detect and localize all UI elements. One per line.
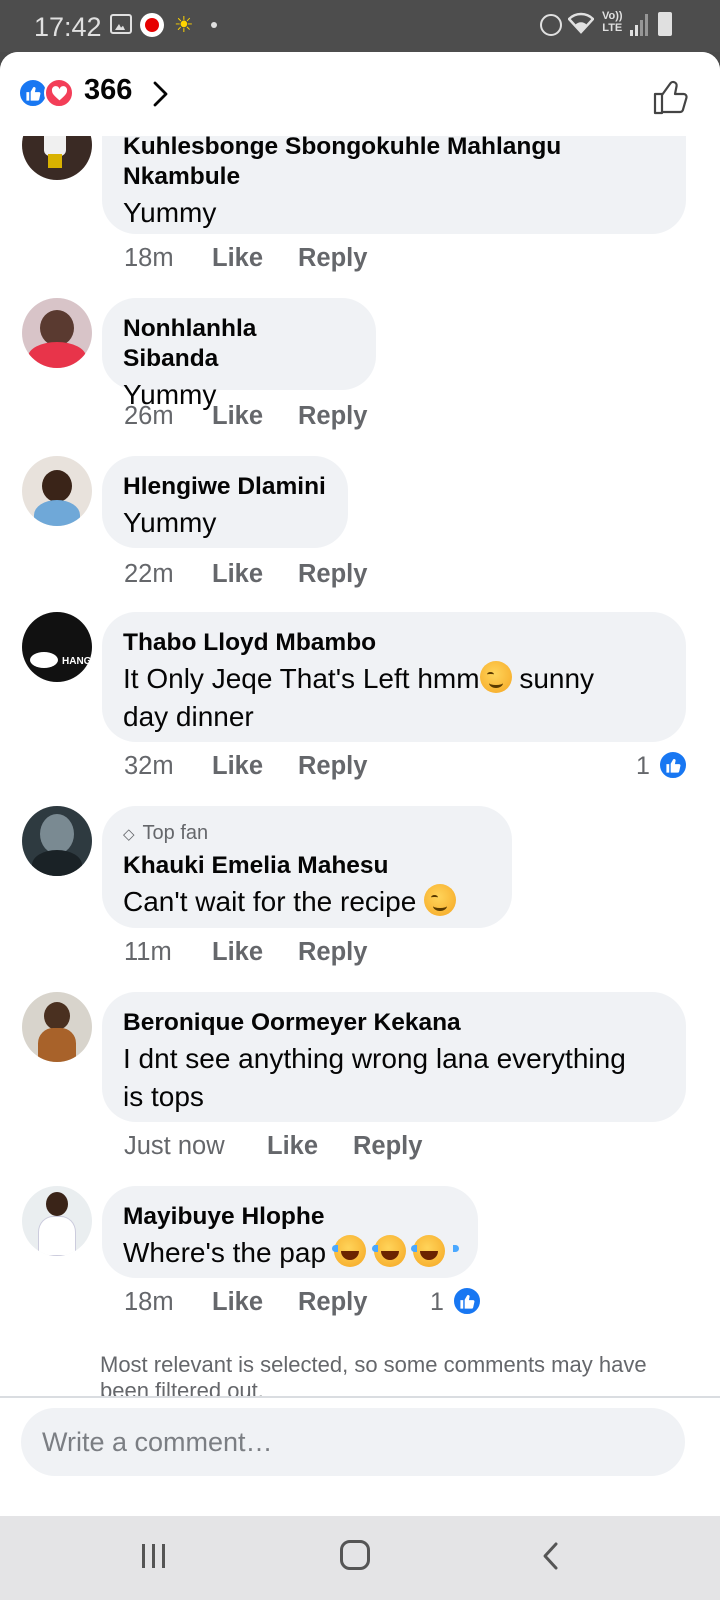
comment-composer [0,1398,720,1516]
volte-top-text: Vo)) [602,10,623,22]
top-fan-badge[interactable]: ◇ Top fan [123,822,492,845]
status-bar: 17:42 ☀ Vo)) LTE [0,0,720,52]
comment-reactions[interactable]: 1 [636,750,696,782]
reply-button[interactable]: Reply [298,1288,367,1317]
comment-text: It Only Jeqe That's Left hmm sunny [123,660,666,698]
comment-text: Where's the pap [123,1234,460,1272]
like-button[interactable]: Like [267,1132,318,1161]
top-fan-label: Top fan [142,822,209,844]
home-button[interactable] [340,1540,370,1570]
comment-text: Can't wait for the recipe [123,883,492,921]
reaction-count[interactable]: 366 [84,74,132,107]
comment-text: I dnt see anything wrong lana everything [123,1043,626,1074]
comment-text-line: is tops [123,1081,204,1112]
comment-text-part: Where's the pap [123,1237,334,1268]
comment-reactions[interactable]: 1 [430,1286,490,1318]
comment-text-part: It Only Jeqe That's Left hmm [123,663,480,694]
reply-button[interactable]: Reply [298,560,367,589]
comments-sheet: 366 Kuhlesbonge Sbongokuhle Mahlangu Nka… [0,52,720,1516]
avatar-logo-text: HANG [62,656,92,667]
like-button[interactable]: Like [212,402,263,431]
comment-author[interactable]: Nonhlanhla Sibanda [123,314,356,374]
like-button[interactable]: Like [212,938,263,967]
comment-author[interactable]: Kuhlesbonge Sbongokuhle Mahlangu [123,132,666,162]
sun-icon: ☀ [174,12,194,37]
like-button[interactable]: Like [212,244,263,273]
vodafone-icon [140,13,164,37]
comment-author-continued[interactable]: Nkambule [123,162,666,192]
comment-author[interactable]: Beronique Oormeyer Kekana [123,1008,666,1038]
comment-author[interactable]: Mayibuye Hlophe [123,1202,458,1232]
reaction-summary-icons[interactable] [18,78,76,108]
reply-button[interactable]: Reply [298,402,367,431]
chevron-right-icon[interactable] [150,80,172,107]
like-reaction-icon [452,1286,482,1316]
back-button[interactable] [540,1540,562,1572]
avatar[interactable] [22,992,92,1062]
comment-author[interactable]: Khauki Emelia Mahesu [123,851,492,881]
comment-bubble[interactable]: Beronique Oormeyer Kekana I dnt see anyt… [102,992,686,1122]
comment-time[interactable]: 11m [124,938,172,967]
comment-text-part: sunny [511,663,595,694]
reply-button[interactable]: Reply [298,938,367,967]
comment-time[interactable]: 18m [124,1288,174,1317]
sheet-header: 366 [0,52,720,136]
avatar[interactable] [22,298,92,368]
comment-time[interactable]: Just now [124,1132,225,1161]
comment-author[interactable]: Thabo Lloyd Mbambo [123,628,666,658]
avatar[interactable] [22,806,92,876]
joy-emoji-icon [371,1235,420,1267]
comment-time[interactable]: 18m [124,244,174,273]
reply-button[interactable]: Reply [298,752,367,781]
yum-emoji-icon [424,884,457,916]
dot-icon [211,22,217,28]
volte-icon: Vo)) LTE [602,10,623,34]
yum-emoji-icon [479,661,512,693]
like-outline-icon[interactable] [652,78,692,116]
comment-bubble[interactable]: ◇ Top fan Khauki Emelia Mahesu Can't wait… [102,806,512,928]
joy-emoji-icon [411,1235,460,1267]
comment-time[interactable]: 32m [124,752,174,781]
comment-bubble[interactable]: Mayibuye Hlophe Where's the pap [102,1186,478,1278]
reply-button[interactable]: Reply [298,244,367,273]
avatar[interactable] [22,1186,92,1256]
wifi-icon [567,12,595,40]
recent-apps-button[interactable] [140,1544,168,1570]
comment-bubble[interactable]: Nonhlanhla Sibanda Yummy [102,298,376,410]
alarm-icon [540,14,562,36]
comment-text: Yummy [123,507,217,538]
system-nav-bar [0,1516,720,1600]
comment-text-line: day dinner [123,701,254,732]
gallery-icon [110,14,132,34]
comment-text-part: Can't wait for the recipe [123,886,425,917]
battery-icon [658,12,672,36]
avatar[interactable] [22,456,92,526]
comment-time[interactable]: 26m [124,402,174,431]
like-reaction-icon [658,750,688,780]
comment-reaction-count: 1 [636,752,650,780]
like-button[interactable]: Like [212,752,263,781]
comment-time[interactable]: 22m [124,560,174,589]
joy-emoji-icon [331,1235,380,1267]
like-button[interactable]: Like [212,560,263,589]
love-reaction-icon [44,78,74,108]
comment-author[interactable]: Hlengiwe Dlamini [123,472,328,502]
diamond-icon: ◇ [123,826,135,843]
comment-bubble[interactable]: Hlengiwe Dlamini Yummy [102,456,348,548]
volte-bottom-text: LTE [602,22,623,34]
comment-bubble[interactable]: Thabo Lloyd Mbambo It Only Jeqe That's L… [102,612,686,742]
reply-button[interactable]: Reply [353,1132,422,1161]
signal-icon [630,14,652,36]
avatar[interactable]: HANG [22,612,92,682]
comment-input[interactable] [21,1408,685,1476]
comment-reaction-count: 1 [430,1288,444,1316]
status-time: 17:42 [34,12,102,42]
comment-text: Yummy [123,197,217,228]
like-button[interactable]: Like [212,1288,263,1317]
